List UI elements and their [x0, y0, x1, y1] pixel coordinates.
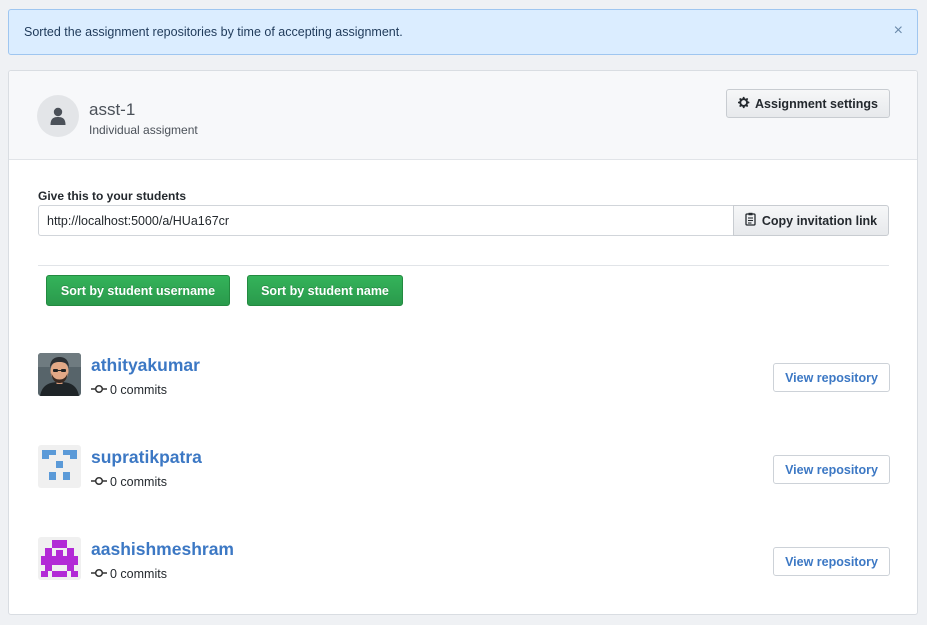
assignment-type: Individual assigment: [89, 123, 198, 137]
section-divider: [38, 265, 889, 266]
sort-by-username-button[interactable]: Sort by student username: [46, 275, 230, 306]
sort-by-name-button[interactable]: Sort by student name: [247, 275, 403, 306]
student-username[interactable]: aashishmeshram: [91, 539, 234, 560]
copy-invitation-label: Copy invitation link: [761, 213, 878, 228]
student-row: supratikpatra 0 commits View repository: [38, 445, 890, 491]
flash-notice: Sorted the assignment repositories by ti…: [8, 9, 918, 55]
flash-message: Sorted the assignment repositories by ti…: [24, 25, 403, 39]
student-row: athityakumar 0 commits View repository: [38, 353, 890, 399]
assignment-settings-button[interactable]: Assignment settings: [726, 89, 890, 118]
assignment-settings-label: Assignment settings: [755, 96, 878, 111]
gear-icon: [738, 96, 751, 112]
commit-count-label: 0 commits: [110, 475, 167, 489]
close-icon[interactable]: ×: [894, 23, 903, 39]
avatar[interactable]: [38, 537, 81, 580]
commit-count: 0 commits: [91, 475, 167, 489]
commit-count: 0 commits: [91, 567, 167, 581]
avatar[interactable]: [38, 353, 81, 396]
git-commit-icon: [91, 567, 107, 581]
invitation-link-field[interactable]: [38, 205, 734, 236]
student-username[interactable]: athityakumar: [91, 355, 200, 376]
student-username[interactable]: supratikpatra: [91, 447, 202, 468]
person-icon: [37, 95, 79, 137]
assignment-panel: asst-1 Individual assigment Assignment s…: [8, 70, 918, 615]
copy-invitation-button[interactable]: Copy invitation link: [733, 205, 889, 236]
avatar[interactable]: [38, 445, 81, 488]
invitation-label: Give this to your students: [38, 189, 187, 203]
clipboard-icon: [745, 212, 757, 229]
view-repository-button[interactable]: View repository: [773, 547, 890, 576]
git-commit-icon: [91, 475, 107, 489]
assignment-title: asst-1: [89, 100, 136, 119]
git-commit-icon: [91, 383, 107, 397]
commit-count-label: 0 commits: [110, 383, 167, 397]
assignment-header: asst-1 Individual assigment Assignment s…: [9, 71, 917, 160]
student-row: aashishmeshram 0 commits View repository: [38, 537, 890, 583]
view-repository-button[interactable]: View repository: [773, 455, 890, 484]
commit-count: 0 commits: [91, 383, 167, 397]
commit-count-label: 0 commits: [110, 567, 167, 581]
view-repository-button[interactable]: View repository: [773, 363, 890, 392]
